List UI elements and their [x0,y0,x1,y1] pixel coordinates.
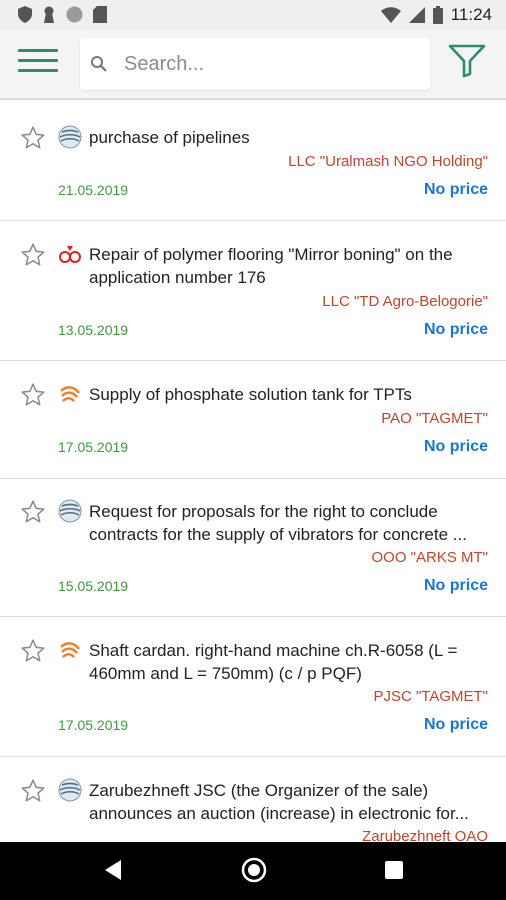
home-icon[interactable] [241,857,267,883]
tender-title: Zarubezhneft JSC (the Organizer of the s… [89,781,469,823]
tender-title: Request for proposals for the right to c… [89,502,467,544]
circle-icon [66,6,83,23]
star-icon[interactable] [20,499,46,525]
organization-name: Zarubezhneft OAO [362,828,488,842]
navigation-bar [0,842,506,900]
organization-name: PAO "TAGMET" [381,410,488,427]
signal-icon [408,7,425,23]
filter-icon[interactable] [448,44,486,78]
star-icon[interactable] [20,242,46,268]
tender-date: 15.05.2019 [58,578,129,594]
tender-title: Shaft cardan. right-hand machine ch.R-60… [89,641,458,683]
globe-icon [58,125,82,149]
tender-date: 21.05.2019 [58,182,129,198]
star-icon[interactable] [20,125,46,151]
tender-date: 17.05.2019 [58,717,129,733]
sd-card-icon [93,6,107,23]
star-icon[interactable] [20,778,46,804]
toolbar [0,30,506,100]
battery-icon [432,6,443,24]
organization-name: OOO "ARKS MT" [371,549,489,566]
organization-name: LLC "Uralmash NGO Holding" [288,153,488,170]
orange-logo-icon [60,642,80,658]
tender-title: Repair of polymer flooring "Mirror bonin… [89,245,453,287]
list-item[interactable]: Shaft cardan. right-hand machine ch.R-60… [0,617,506,757]
search-icon [91,56,107,72]
search-input[interactable] [124,48,414,80]
tender-list: purchase of pipelines LLC "Uralmash NGO … [0,102,506,842]
red-logo-icon [59,246,81,263]
menu-icon[interactable] [18,49,58,83]
organization-name: LLC "TD Agro-Belogorie" [322,293,488,310]
list-item[interactable]: purchase of pipelines LLC "Uralmash NGO … [0,102,506,221]
tender-title: purchase of pipelines [89,128,250,147]
star-icon[interactable] [20,382,46,408]
orange-logo-icon [60,386,80,402]
recents-icon[interactable] [384,860,404,880]
search-box[interactable] [80,38,430,90]
tender-price: No price [423,716,488,733]
tender-price: No price [423,577,488,594]
tender-date: 13.05.2019 [58,322,129,338]
tender-title: Supply of phosphate solution tank for TP… [89,385,412,404]
wifi-icon [380,7,401,23]
list-item[interactable]: Zarubezhneft JSC (the Organizer of the s… [0,757,506,842]
keyhole-icon [44,6,54,23]
tender-price: No price [423,438,488,455]
shield-icon [18,6,32,23]
list-item[interactable]: Supply of phosphate solution tank for TP… [0,361,506,479]
tender-price: No price [423,321,488,338]
tender-date: 17.05.2019 [58,439,129,455]
clock: 11:24 [450,5,492,24]
status-bar: 11:24 [0,0,506,30]
star-icon[interactable] [20,638,46,664]
list-item[interactable]: Repair of polymer flooring "Mirror bonin… [0,221,506,361]
globe-icon [58,778,82,802]
tender-price: No price [423,181,488,198]
organization-name: PJSC "TAGMET" [373,688,488,705]
list-item[interactable]: Request for proposals for the right to c… [0,479,506,617]
back-icon[interactable] [103,858,123,882]
globe-icon [58,499,82,523]
